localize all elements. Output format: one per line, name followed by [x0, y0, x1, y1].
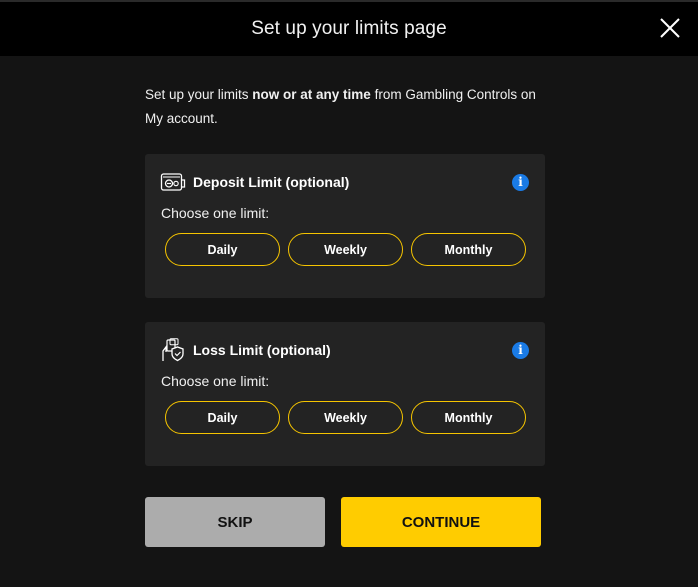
deposit-daily-button[interactable]: Daily: [165, 233, 280, 266]
loss-monthly-button[interactable]: Monthly: [411, 401, 526, 434]
continue-button[interactable]: CONTINUE: [341, 497, 541, 547]
deposit-limit-prompt: Choose one limit:: [161, 205, 270, 221]
skip-button[interactable]: SKIP: [145, 497, 325, 547]
loss-limit-card: Loss Limit (optional) i Choose one limit…: [145, 322, 545, 466]
deposit-monthly-button[interactable]: Monthly: [411, 233, 526, 266]
deposit-weekly-button[interactable]: Weekly: [288, 233, 403, 266]
loss-weekly-button[interactable]: Weekly: [288, 401, 403, 434]
modal-header: Set up your limits page: [0, 2, 698, 56]
deposit-limit-card: Deposit Limit (optional) i Choose one li…: [145, 154, 545, 298]
deposit-limit-title: Deposit Limit (optional): [193, 174, 350, 190]
info-icon[interactable]: i: [512, 342, 529, 359]
loss-limit-prompt: Choose one limit:: [161, 373, 270, 389]
loss-limit-title: Loss Limit (optional): [193, 342, 331, 358]
loss-limit-header: Loss Limit (optional): [160, 338, 331, 362]
intro-text: Set up your limits now or at any time fr…: [145, 83, 555, 131]
page-title: Set up your limits page: [251, 18, 447, 39]
close-icon[interactable]: [658, 16, 682, 40]
deposit-limit-options: Daily Weekly Monthly: [165, 233, 526, 266]
loss-limit-options: Daily Weekly Monthly: [165, 401, 526, 434]
hand-shield-icon: [162, 338, 184, 362]
intro-text-bold: now or at any time: [252, 87, 371, 102]
deposit-limit-header: Deposit Limit (optional): [160, 170, 349, 194]
intro-text-before: Set up your limits: [145, 87, 253, 102]
wallet-icon: [160, 173, 186, 191]
loss-daily-button[interactable]: Daily: [165, 401, 280, 434]
info-icon[interactable]: i: [512, 174, 529, 191]
